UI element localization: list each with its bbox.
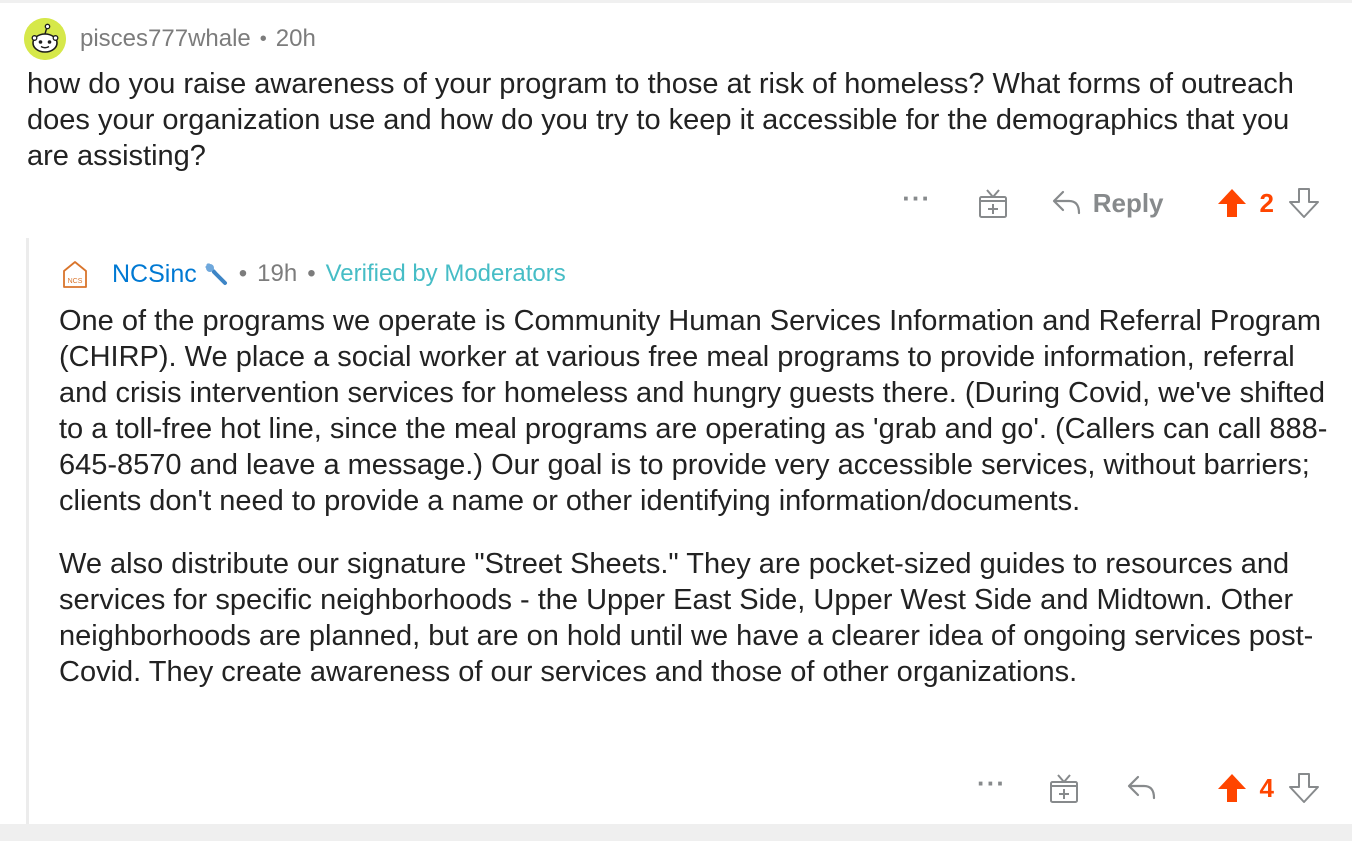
downvote-icon [1289,188,1319,218]
upvote-button[interactable] [1216,772,1248,804]
more-options-button[interactable]: ··· [897,185,937,211]
parent-comment-body: how do you raise awareness of your progr… [27,68,1294,172]
bottom-divider [0,824,1352,841]
reply-comment-body: One of the programs we operate is Commun… [59,303,1329,717]
reply-username[interactable]: NCSinc [112,260,197,289]
reply-timestamp[interactable]: 19h [257,260,297,288]
top-divider [0,0,1352,3]
downvote-button[interactable] [1288,772,1320,804]
ncs-logo-text: NCS [68,278,83,285]
vote-score: 4 [1259,772,1274,803]
verified-badge: Verified by Moderators [325,260,566,287]
parent-timestamp[interactable]: 20h [276,25,316,53]
downvote-button[interactable] [1288,187,1320,219]
meta-separator: • [238,260,248,287]
downvote-icon [1289,773,1319,803]
reply-button[interactable]: Reply [1051,188,1164,219]
give-award-button[interactable] [1048,772,1080,804]
reply-comment-header: NCS NCSinc • 19h • Verified by Moderator… [62,256,566,292]
ncs-logo-icon[interactable]: NCS [62,259,88,289]
meta-separator: • [307,260,316,287]
reply-label: Reply [1092,187,1164,218]
parent-action-bar: ··· Reply 2 [897,183,1320,223]
award-icon [1049,774,1078,803]
vote-score: 2 [1259,187,1274,218]
thread-line[interactable] [26,238,29,824]
comment-thread: pisces777whale • 20h how do you raise aw… [0,0,1352,841]
reply-button[interactable] [1126,774,1158,802]
avatar-icon[interactable] [24,18,66,60]
reply-arrow-icon [1127,775,1155,800]
meta-separator: • [259,27,267,50]
give-award-button[interactable] [977,187,1009,219]
upvote-icon [1217,774,1246,802]
award-icon [978,189,1007,218]
reply-paragraph: One of the programs we operate is Commun… [59,305,1328,517]
reply-arrow-icon [1052,190,1080,215]
reply-action-bar: ··· 4 [972,768,1320,808]
more-options-button[interactable]: ··· [972,770,1012,796]
more-icon: ··· [902,183,932,213]
upvote-button[interactable] [1216,187,1248,219]
upvote-icon [1217,189,1246,217]
wrench-icon [205,263,227,285]
reply-paragraph: We also distribute our signature "Street… [59,548,1314,688]
parent-username[interactable]: pisces777whale [80,25,251,53]
parent-comment-header: pisces777whale • 20h [24,18,316,60]
parent-meta: pisces777whale • 20h [80,25,316,53]
more-icon: ··· [977,768,1007,798]
